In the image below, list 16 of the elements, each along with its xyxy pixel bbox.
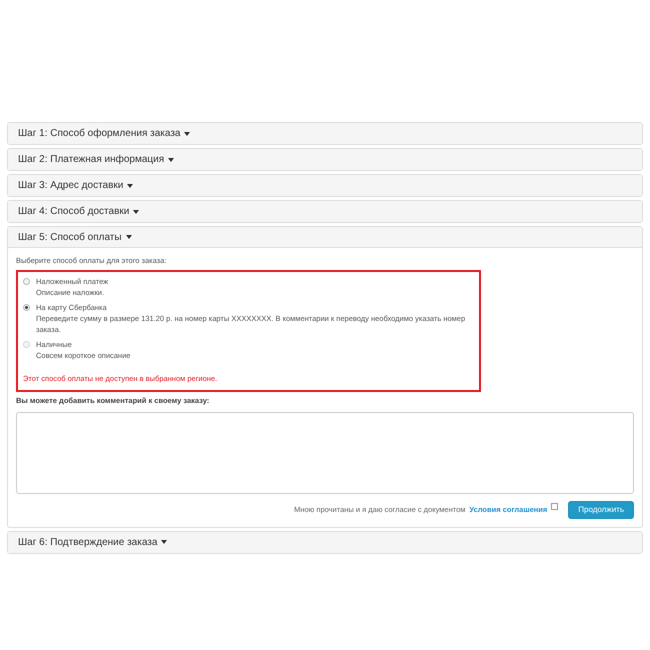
step-heading[interactable]: Шаг 5: Способ оплаты — [8, 227, 642, 248]
caret-icon — [161, 540, 168, 544]
caret-icon — [133, 210, 140, 214]
caret-icon — [127, 184, 134, 188]
caret-icon — [168, 158, 174, 162]
radio-button[interactable] — [23, 278, 30, 285]
step-heading[interactable]: Шаг 1: Способ оформления заказа — [8, 123, 642, 144]
step-heading[interactable]: Шаг 6: Подтверждение заказа — [8, 532, 642, 553]
agreement-checkbox[interactable] — [551, 502, 558, 510]
step-heading[interactable]: Шаг 3: Адрес доставки — [8, 175, 642, 196]
comment-field[interactable] — [16, 412, 634, 494]
step-heading[interactable]: Шаг 4: Способ доставки — [8, 201, 642, 222]
caret-icon — [184, 132, 190, 136]
caret-icon — [126, 235, 132, 239]
radio-button[interactable] — [23, 304, 30, 311]
step-heading[interactable]: Шаг 2: Платежная информация — [8, 149, 642, 170]
